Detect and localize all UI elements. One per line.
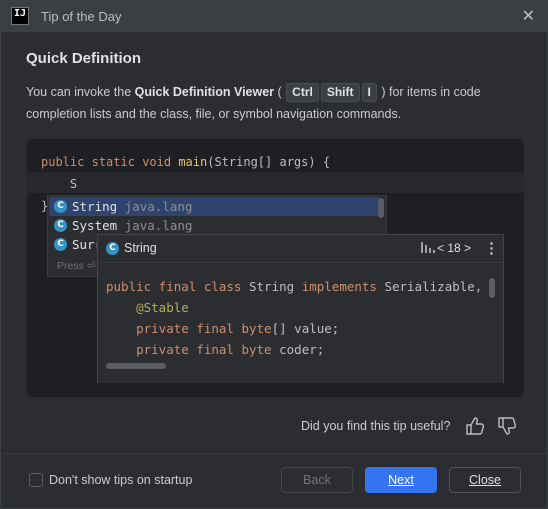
current-line-highlight xyxy=(27,172,524,193)
code-keyword: static xyxy=(91,155,135,169)
completion-scrollbar xyxy=(378,198,384,218)
code-keyword: void xyxy=(142,155,172,169)
class-icon: C xyxy=(54,219,67,232)
class-icon: C xyxy=(106,242,119,255)
horizontal-scrollbar xyxy=(106,363,166,369)
code-keyword: byte xyxy=(241,321,272,336)
code-keyword: public final class xyxy=(106,279,242,294)
completion-item: C System java.lang xyxy=(49,216,379,235)
class-icon: C xyxy=(54,238,67,251)
code-field: coder; xyxy=(279,342,325,357)
definition-counter: < 18 > xyxy=(437,241,472,255)
close-icon[interactable]: ✕ xyxy=(522,6,535,26)
code-line-2: S xyxy=(41,177,77,191)
press-hint: Press ⏎ xyxy=(57,260,96,272)
code-keyword: byte xyxy=(241,342,272,357)
code-line-1: public static void main(String[] args) { xyxy=(41,155,330,169)
tip-of-the-day-dialog: IJ Tip of the Day ✕ Quick Definition You… xyxy=(0,0,548,509)
vertical-scrollbar xyxy=(489,278,495,298)
quick-definition-popup: C String < 18 > ⋮ public final class Str… xyxy=(97,234,504,383)
footer-divider xyxy=(2,453,548,454)
window-title: Tip of the Day xyxy=(41,9,122,24)
completion-item: C String java.lang xyxy=(49,197,379,216)
back-button[interactable]: Back xyxy=(281,467,353,493)
code-field: [] value; xyxy=(271,321,340,336)
thumbs-down-icon[interactable] xyxy=(496,415,518,437)
dont-show-tips-checkbox[interactable] xyxy=(29,473,43,487)
code-interface: Serializable, xyxy=(384,279,483,294)
definition-header: C String < 18 > ⋮ xyxy=(98,235,503,262)
paren-close: ) xyxy=(377,85,386,99)
def-code-line-4: private final byte coder; xyxy=(106,342,324,357)
code-annotation: @Stable xyxy=(136,300,189,315)
tip-description: You can invoke the Quick Definition View… xyxy=(26,81,526,125)
class-icon: C xyxy=(54,200,67,213)
feature-name: Quick Definition Viewer xyxy=(134,85,275,99)
completion-name: System xyxy=(72,218,118,233)
feedback-question: Did you find this tip useful? xyxy=(301,419,451,433)
def-code-line-3: private final byte[] value; xyxy=(106,321,339,336)
code-class-name: String xyxy=(249,279,295,294)
paren-open: ( xyxy=(274,85,282,99)
code-keyword: private final xyxy=(136,321,234,336)
code-keyword: private final xyxy=(136,342,234,357)
code-typed-text: S xyxy=(69,177,78,191)
def-code-line-1: public final class String implements Ser… xyxy=(106,279,482,294)
code-keyword: implements xyxy=(301,279,377,294)
more-options-icon: ⋮ xyxy=(484,240,499,257)
intellij-app-icon: IJ xyxy=(11,7,29,25)
def-code-line-2: @Stable xyxy=(106,300,189,315)
completion-package: java.lang xyxy=(124,199,193,214)
close-button[interactable]: Close xyxy=(449,467,521,493)
code-params: (String[] args) { xyxy=(207,155,331,169)
key-i: I xyxy=(361,83,377,102)
definition-title: String xyxy=(124,241,157,255)
completion-package: java.lang xyxy=(124,218,193,233)
key-ctrl: Ctrl xyxy=(286,83,319,102)
thumbs-up-icon[interactable] xyxy=(464,415,486,437)
desc-prefix: You can invoke the xyxy=(26,85,135,99)
hierarchy-icon xyxy=(421,242,435,253)
code-keyword: public xyxy=(41,155,85,169)
completion-name: String xyxy=(72,199,118,214)
tip-heading: Quick Definition xyxy=(26,50,142,67)
next-button[interactable]: Next xyxy=(365,467,437,493)
key-shift: Shift xyxy=(320,83,360,102)
title-bar[interactable]: IJ Tip of the Day ✕ xyxy=(1,1,548,32)
definition-code: public final class String implements Ser… xyxy=(98,263,503,383)
code-method-name: main xyxy=(178,155,208,169)
dont-show-tips-label[interactable]: Don't show tips on startup xyxy=(49,473,192,487)
